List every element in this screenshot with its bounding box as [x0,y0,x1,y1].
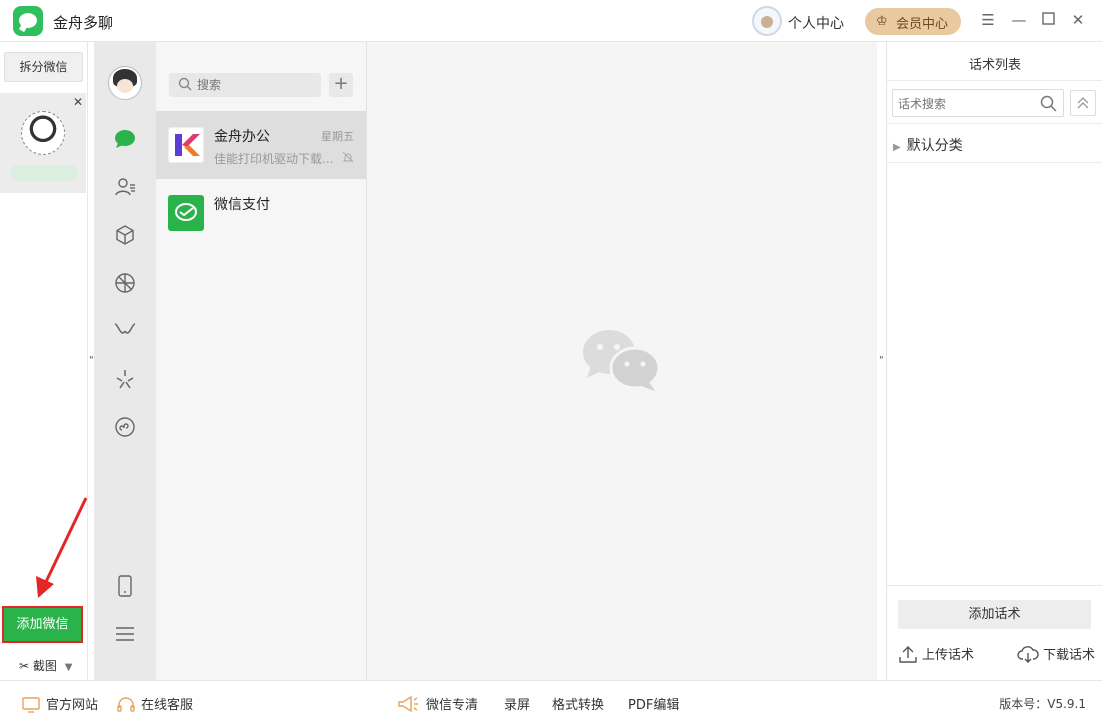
account-card[interactable]: ✕ [0,93,86,193]
cloud-download-icon [1017,646,1039,663]
wechat-pay-icon [168,195,204,231]
download-label: 下载话术 [1043,648,1096,663]
phrases-search-input[interactable] [898,95,1033,113]
phone-icon[interactable] [113,574,137,598]
vip-center-button[interactable]: ♔ 会员中心 [865,8,961,35]
chat-icon[interactable] [113,127,137,151]
phrases-panel: 话术列表 ▶ 默认分类 添加话术 上传话术 下载话术 [886,42,1102,680]
app-title: 金舟多聊 [53,14,114,32]
chat-preview: 佳能打印机驱动下载... [214,152,334,166]
download-phrases-button[interactable]: 下载话术 [1017,644,1095,664]
wechat-hd-link[interactable]: 微信专清 [396,694,478,713]
category-label: 默认分类 [906,138,963,154]
online-service-link[interactable]: 在线客服 [117,694,193,713]
add-phrase-button[interactable]: 添加话术 [898,600,1091,629]
chat-main-area [367,42,877,680]
maximize-icon[interactable] [1040,12,1056,28]
record-link[interactable]: 录屏 [504,694,530,713]
vip-center-label: 会员中心 [896,17,949,32]
online-service-label: 在线客服 [141,698,194,713]
double-chevron-up-icon [1077,97,1089,109]
pdf-edit-link[interactable]: PDF编辑 [628,694,679,713]
chat-name: 微信支付 [214,197,270,213]
mini-program-icon[interactable] [113,415,137,439]
megaphone-icon [398,695,418,713]
mute-bell-icon [342,151,354,167]
dropdown-arrow-icon[interactable]: ▼ [65,662,73,673]
screenshot-label: 截图 [32,659,57,673]
version-label: 版本号：V5.9.1 [999,697,1086,711]
minimize-icon[interactable]: — [1011,12,1027,28]
account-avatar [21,111,65,155]
bottom-bar: 官方网站 在线客服 微信专清 录屏 格式转换 PDF编辑 版本号：V5.9.1 [0,680,1102,722]
chat-search-input[interactable] [197,76,312,94]
user-avatar[interactable] [752,6,782,36]
divider [887,585,1102,586]
search-icon [178,77,192,95]
monitor-icon [22,697,40,713]
divider [887,80,1102,81]
moments-icon[interactable] [113,271,137,295]
chat-item-jinzhou[interactable]: 金舟办公 佳能打印机驱动下载... 星期五 [156,111,366,179]
left-collapse-handle[interactable]: " [89,355,94,366]
search-icon[interactable] [1040,95,1057,116]
account-panel: 拆分微信 ✕ 添加微信 ✂ 截图 ▼ [0,42,88,680]
favorites-box-icon[interactable] [113,223,137,247]
convert-link[interactable]: 格式转换 [552,694,604,713]
wechat-watermark-icon [583,330,661,391]
personal-center-link[interactable]: 个人中心 [788,13,844,33]
profile-avatar[interactable] [108,66,142,100]
account-name-placeholder [11,165,77,181]
phrases-search-box[interactable] [892,89,1064,117]
scissors-icon: ✂ [19,659,30,673]
chat-item-wechat-pay[interactable]: 微信支付 [156,179,366,247]
app-logo-icon [13,6,43,36]
more-menu-icon[interactable] [113,622,137,646]
thumb-up-icon: ♔ [876,14,888,29]
add-chat-button[interactable]: + [329,73,353,97]
collapse-up-button[interactable] [1070,90,1096,116]
chat-search-box[interactable] [169,73,321,97]
screenshot-button[interactable]: ✂ 截图 ▼ [19,657,72,674]
right-collapse-handle[interactable]: " [879,355,884,366]
official-site-link[interactable]: 官方网站 [22,694,98,713]
chat-name: 金舟办公 [214,129,270,145]
red-arrow-annotation [36,497,88,598]
headset-icon [117,697,135,712]
menu-icon[interactable]: ☰ [980,12,996,28]
divider [887,162,1102,163]
official-site-label: 官方网站 [46,698,99,713]
phrases-title: 话术列表 [968,58,1021,73]
caret-right-icon: ▶ [893,142,901,153]
chat-list-panel: + 金舟办公 佳能打印机驱动下载... 星期五 微信支付 [156,42,367,680]
wechat-hd-label: 微信专清 [426,698,479,713]
upload-label: 上传话术 [922,648,975,663]
upload-icon [899,646,917,663]
nav-column [94,42,156,680]
default-category[interactable]: ▶ 默认分类 [893,135,963,155]
channels-icon[interactable] [113,319,137,343]
close-account-icon[interactable]: ✕ [73,95,83,109]
chat-time: 星期五 [321,130,354,143]
add-wechat-button[interactable]: 添加微信 [2,606,83,643]
close-icon[interactable]: ✕ [1070,12,1086,28]
divider [887,123,1102,124]
split-wechat-button[interactable]: 拆分微信 [4,52,83,82]
search-discover-icon[interactable] [113,367,137,391]
title-bar: 金舟多聊 个人中心 ♔ 会员中心 ☰ — ✕ [0,0,1102,42]
upload-phrases-button[interactable]: 上传话术 [898,644,974,664]
jinzhou-logo-icon [168,127,204,163]
contacts-icon[interactable] [113,175,137,199]
